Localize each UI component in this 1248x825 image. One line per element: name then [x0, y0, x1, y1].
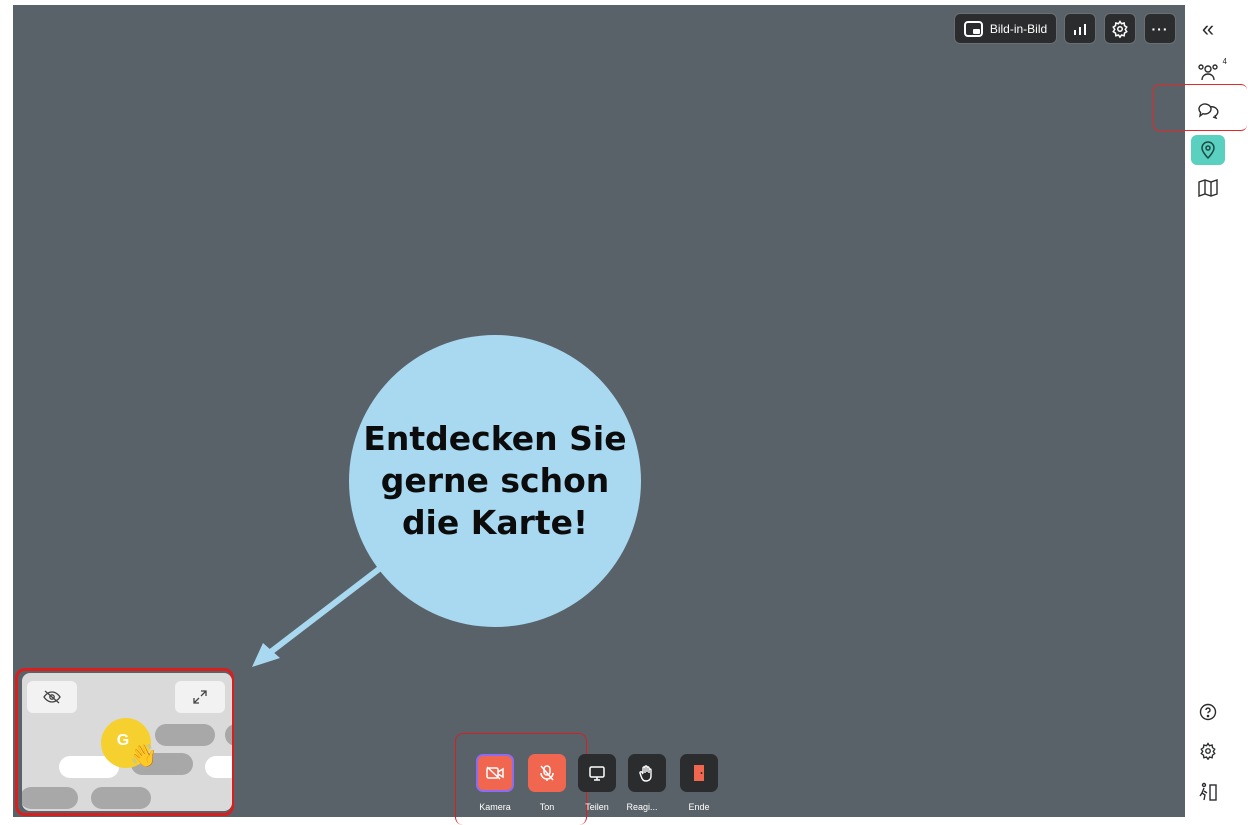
share-screen-button[interactable]: [578, 754, 616, 792]
end-label: Ende: [688, 802, 710, 812]
location-button[interactable]: [1191, 135, 1225, 165]
participants-count: 4: [1222, 57, 1227, 66]
end-call-button[interactable]: [680, 754, 718, 792]
exit-icon: [1199, 782, 1217, 801]
monitor-icon: [589, 765, 605, 781]
react-label: Reagi...: [626, 802, 658, 812]
settings-sidebar-button[interactable]: [1191, 736, 1225, 766]
app-window: Bild-in-Bild ··· « 4 Entdecken Sie gerne…: [0, 0, 1248, 825]
react-button[interactable]: [628, 754, 666, 792]
camera-off-icon: [486, 766, 504, 780]
map-tile: [91, 787, 151, 809]
callout-text: Entdecken Sie gerne schon die Karte!: [363, 418, 627, 543]
map-tile: [155, 724, 215, 746]
map-pin-icon: [1201, 141, 1215, 159]
camera-label: Kamera: [479, 802, 511, 812]
map-button[interactable]: [1191, 173, 1225, 203]
expand-minimap-button[interactable]: [175, 681, 225, 713]
hand-icon: [639, 764, 652, 782]
callout-bubble: Entdecken Sie gerne schon die Karte!: [349, 335, 641, 627]
people-icon: [1198, 64, 1218, 81]
stats-button[interactable]: [1064, 13, 1096, 44]
map-icon: [1198, 179, 1218, 197]
gear-icon: [1112, 19, 1128, 38]
more-options-button[interactable]: ···: [1144, 13, 1176, 44]
picture-in-picture-button[interactable]: Bild-in-Bild: [954, 13, 1057, 44]
chat-highlight-frame: [1153, 84, 1247, 131]
camera-toggle-button[interactable]: [476, 754, 514, 792]
leave-button[interactable]: [1191, 777, 1225, 807]
eye-off-icon: [43, 690, 61, 704]
wave-hand-icon: 👋: [130, 743, 158, 768]
settings-button[interactable]: [1104, 13, 1136, 44]
mic-off-icon: [540, 765, 554, 781]
help-button[interactable]: [1191, 697, 1225, 727]
question-circle-icon: [1199, 703, 1217, 721]
map-tile: [225, 724, 232, 746]
bar-chart-icon: [1074, 23, 1086, 35]
microphone-toggle-button[interactable]: [528, 754, 566, 792]
participants-button[interactable]: 4: [1191, 57, 1227, 87]
minimap[interactable]: G 👋: [22, 673, 232, 811]
hide-minimap-button[interactable]: [27, 681, 77, 713]
gear-icon: [1200, 742, 1216, 760]
collapse-sidebar-button[interactable]: «: [1191, 14, 1225, 44]
map-tile: [22, 787, 78, 809]
expand-icon: [193, 690, 207, 704]
door-exit-icon: [694, 765, 704, 781]
picture-in-picture-icon: [963, 20, 983, 37]
map-tile: [205, 756, 232, 778]
picture-in-picture-label: Bild-in-Bild: [989, 21, 1048, 36]
